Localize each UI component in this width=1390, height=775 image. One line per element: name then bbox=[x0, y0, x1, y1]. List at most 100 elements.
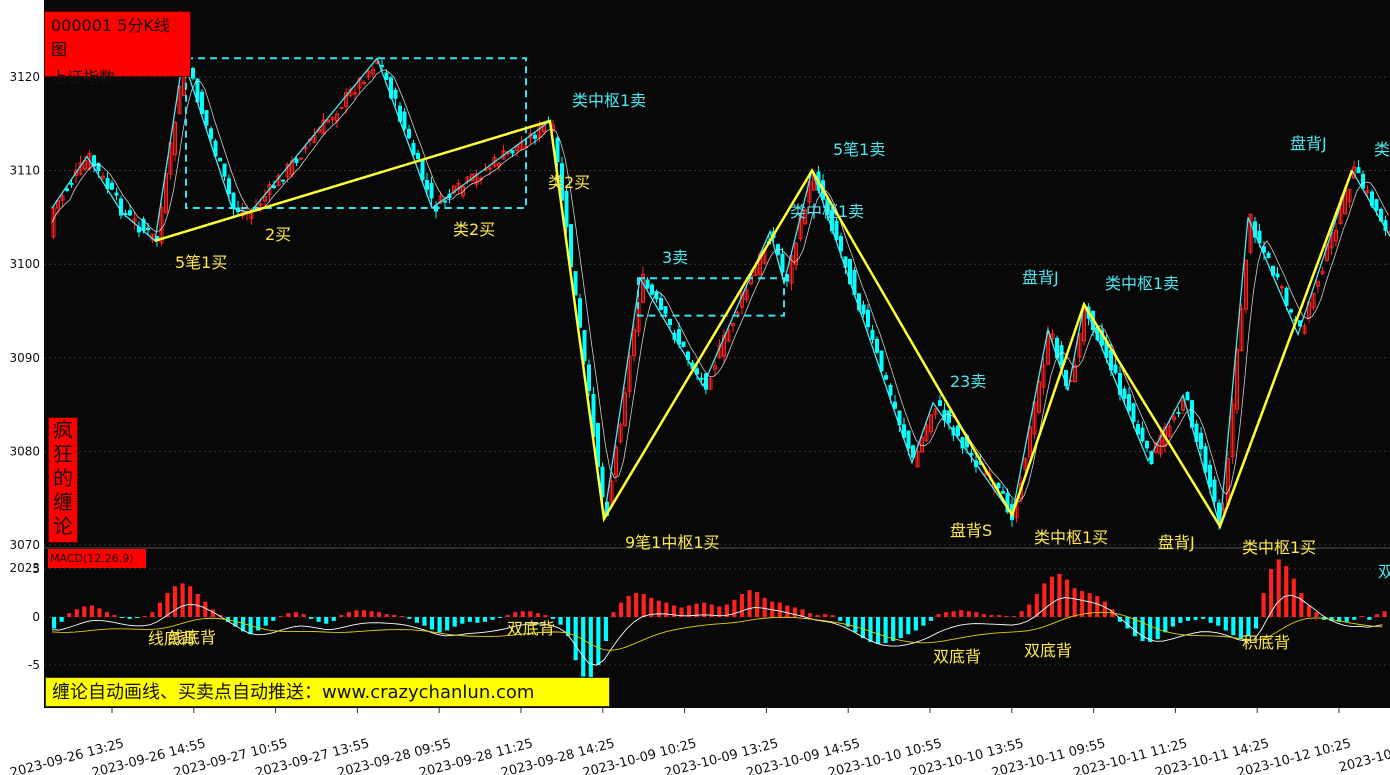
macd-bar bbox=[777, 602, 782, 617]
candle-body bbox=[879, 350, 884, 372]
candle-body bbox=[362, 81, 366, 84]
macd-bar bbox=[498, 617, 503, 618]
macd-bar bbox=[467, 617, 472, 622]
bsp-annotation: 类 bbox=[1374, 140, 1390, 159]
candle-body bbox=[393, 89, 398, 99]
candle-body bbox=[1284, 287, 1289, 306]
bsp-annotation: 类中枢1卖 bbox=[572, 91, 646, 110]
candle-body bbox=[533, 134, 537, 139]
macd-annotation: 双底背 bbox=[1024, 641, 1072, 660]
macd-bar bbox=[520, 611, 525, 617]
macd-bar bbox=[142, 616, 147, 618]
macd-bar bbox=[1049, 576, 1054, 617]
macd-bar bbox=[906, 617, 911, 635]
macd-bar bbox=[1057, 573, 1062, 617]
macd-bar bbox=[535, 613, 540, 617]
candle-body bbox=[668, 318, 672, 326]
candle-body bbox=[204, 110, 209, 126]
candle-body bbox=[1199, 432, 1203, 450]
candle-body bbox=[1275, 273, 1280, 278]
bsp-annotation: 类2买 bbox=[548, 173, 590, 192]
candle-body bbox=[416, 152, 420, 160]
candle-body bbox=[1059, 345, 1064, 366]
bsp-annotation: 23卖 bbox=[950, 372, 986, 391]
candle-body bbox=[1374, 199, 1379, 211]
macd-bar bbox=[921, 617, 926, 626]
macd-bar bbox=[74, 609, 79, 617]
macd-bar bbox=[1012, 616, 1017, 618]
macd-bar bbox=[959, 610, 964, 617]
macd-bar bbox=[981, 614, 986, 617]
candle-body bbox=[227, 178, 231, 194]
macd-bar bbox=[150, 612, 155, 617]
macd-bar bbox=[928, 617, 934, 621]
candle-body bbox=[1203, 446, 1208, 473]
candle-body bbox=[866, 309, 870, 328]
chanlun-chart: 3120311031003090308030702023 50-5 2023-0… bbox=[9, 0, 1390, 775]
index-name: 上证指数 bbox=[51, 68, 116, 87]
candle-body bbox=[443, 200, 447, 203]
macd-bar bbox=[1276, 559, 1281, 617]
macd-bar bbox=[346, 612, 351, 617]
y-tick-label: 3100 bbox=[9, 257, 40, 271]
candle-body bbox=[1113, 364, 1118, 374]
bsp-annotation: 类中枢1卖 bbox=[1105, 274, 1179, 293]
candle-body bbox=[146, 227, 150, 231]
macd-bar bbox=[1216, 617, 1221, 626]
macd-bar bbox=[989, 615, 994, 617]
macd-bar bbox=[97, 608, 102, 617]
candle-body bbox=[1266, 252, 1271, 259]
macd-bar bbox=[1163, 617, 1168, 633]
macd-bar bbox=[1261, 593, 1266, 617]
candle-body bbox=[402, 111, 407, 130]
y-tick-label: 3090 bbox=[9, 351, 40, 365]
macd-bar bbox=[974, 612, 979, 617]
candle-body bbox=[429, 182, 434, 199]
macd-bar bbox=[445, 617, 450, 631]
macd-bar bbox=[309, 617, 314, 619]
macd-bar bbox=[823, 614, 828, 617]
macd-label: MACD(12,26,9) bbox=[48, 549, 146, 568]
bsp-annotation: 类中枢1买 bbox=[1034, 528, 1108, 547]
candle-body bbox=[1140, 427, 1145, 441]
macd-bar bbox=[120, 617, 125, 618]
macd-bar bbox=[1314, 612, 1319, 617]
bsp-annotation: 9笔1中枢1买 bbox=[625, 533, 720, 552]
candle-body bbox=[870, 329, 875, 340]
macd-annotation: 线底背 bbox=[168, 628, 216, 647]
candle-body bbox=[573, 271, 578, 296]
candle-body bbox=[888, 384, 893, 396]
candle-body bbox=[875, 338, 879, 353]
macd-tick-label: 0 bbox=[32, 610, 40, 624]
candle-body bbox=[893, 401, 897, 409]
macd-bar bbox=[52, 617, 57, 629]
bsp-annotation: 类中枢1买 bbox=[1242, 538, 1316, 557]
candle-body bbox=[339, 107, 344, 110]
macd-bar bbox=[361, 610, 367, 617]
candle-body bbox=[834, 220, 839, 240]
candle-body bbox=[564, 191, 569, 227]
candle-body bbox=[884, 375, 888, 380]
candle-body bbox=[425, 179, 429, 190]
candle-body bbox=[654, 291, 659, 300]
macd-bar bbox=[1284, 566, 1289, 617]
candle-body bbox=[645, 279, 650, 289]
macd-bar bbox=[429, 617, 435, 630]
y-tick-label: 3120 bbox=[9, 70, 40, 84]
macd-bar bbox=[278, 616, 283, 618]
y-tick-label: 3070 bbox=[9, 538, 40, 552]
candle-body bbox=[663, 306, 668, 314]
price-axis: 3120311031003090308030702023 bbox=[9, 70, 40, 575]
macd-bar bbox=[339, 615, 344, 617]
candle-body bbox=[555, 137, 560, 163]
macd-bar bbox=[293, 612, 299, 617]
macd-bar bbox=[271, 617, 276, 621]
macd-bar bbox=[860, 617, 866, 639]
macd-bar bbox=[1193, 617, 1198, 620]
macd-bar bbox=[1359, 616, 1364, 618]
macd-bar bbox=[951, 611, 956, 617]
bsp-annotation: 3卖 bbox=[662, 248, 688, 267]
macd-bar bbox=[1367, 617, 1372, 620]
macd-bar bbox=[1140, 617, 1145, 641]
promo-banner: 缠论自动画线、买卖点自动推送：www.crazychanlun.com bbox=[45, 677, 610, 707]
